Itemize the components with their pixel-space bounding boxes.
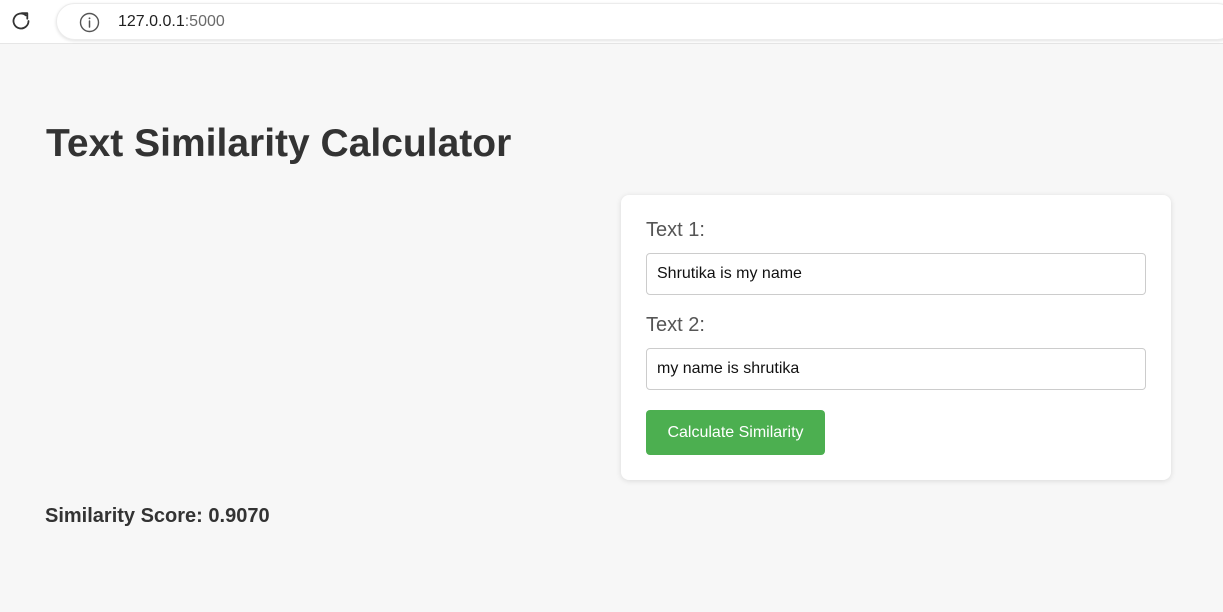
text2-input[interactable] <box>646 348 1146 390</box>
text2-label: Text 2: <box>646 314 705 336</box>
page-title: Text Similarity Calculator <box>46 122 512 165</box>
info-icon[interactable] <box>79 12 100 33</box>
reload-icon[interactable] <box>9 9 33 33</box>
similarity-score: Similarity Score: 0.9070 <box>45 505 270 527</box>
url-text[interactable]: 127.0.0.1:5000 <box>118 13 225 31</box>
text1-label: Text 1: <box>646 219 705 241</box>
url-host: 127.0.0.1 <box>118 13 185 30</box>
calculate-similarity-button[interactable]: Calculate Similarity <box>646 410 825 455</box>
browser-toolbar: 127.0.0.1:5000 <box>0 0 1223 44</box>
similarity-form: Text 1: Text 2: Calculate Similarity <box>621 195 1171 480</box>
text1-input[interactable] <box>646 253 1146 295</box>
url-port: :5000 <box>184 13 225 30</box>
address-bar[interactable]: 127.0.0.1:5000 <box>56 3 1223 40</box>
